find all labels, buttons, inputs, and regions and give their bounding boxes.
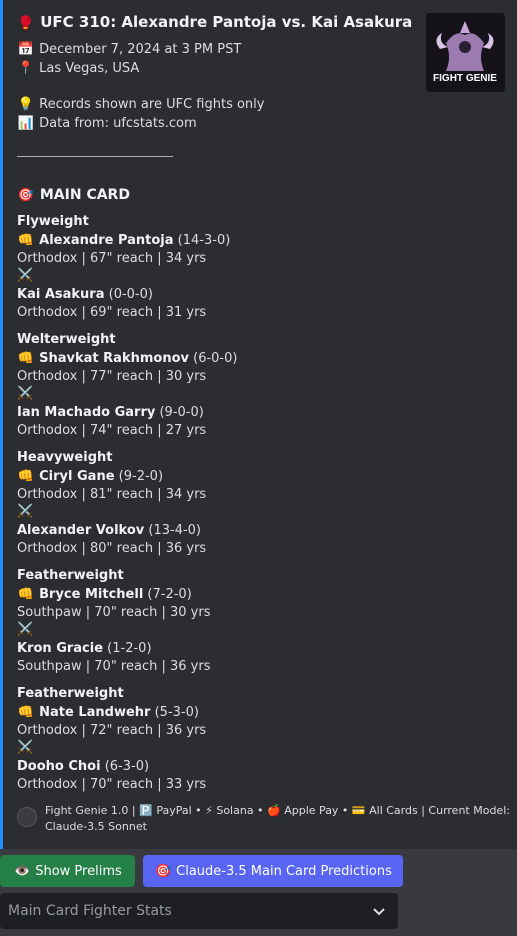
fighter-details: Orthodox | 72" reach | 36 yrs xyxy=(17,723,207,738)
fighter-blue: Dooho Choi (6-3-0) xyxy=(17,759,150,774)
fight-genie-logo: FIGHT GENIE xyxy=(426,13,505,92)
fighter-red: 👊 Shavkat Rakhmonov (6-0-0) xyxy=(17,351,238,366)
footer-line-1: Fight Genie 1.0 | 🅿️ PayPal • ⚡ Solana •… xyxy=(45,804,510,817)
fighter-details: Orthodox | 69" reach | 31 yrs xyxy=(17,305,207,320)
fist-icon: 👊 xyxy=(17,469,35,484)
fist-icon: 👊 xyxy=(17,705,35,720)
footer-line-2: Claude-3.5 Sonnet xyxy=(45,820,147,833)
fighter-blue: Ian Machado Garry (9-0-0) xyxy=(17,405,204,420)
fist-icon: 👊 xyxy=(17,587,35,602)
fighter-blue: Kai Asakura (0-0-0) xyxy=(17,287,153,302)
records-note: 💡 Records shown are UFC fights only xyxy=(17,97,265,112)
fighter-details: Orthodox | 80" reach | 36 yrs xyxy=(17,541,207,556)
target-icon: 🎯 xyxy=(17,188,35,203)
fighter-details: Southpaw | 70" reach | 36 yrs xyxy=(17,659,211,674)
bar-chart-icon: 📊 xyxy=(17,116,35,131)
fighter-details: Orthodox | 67" reach | 34 yrs xyxy=(17,251,207,266)
weight-class: Featherweight xyxy=(17,686,124,701)
data-source: 📊 Data from: ufcstats.com xyxy=(17,116,197,131)
fighter-details: Orthodox | 74" reach | 27 yrs xyxy=(17,423,207,438)
crossed-swords-icon: ⚔️ xyxy=(17,622,34,637)
fight-genie-footer-icon xyxy=(17,807,37,827)
fighter-details: Southpaw | 70" reach | 30 yrs xyxy=(17,605,211,620)
fighter-blue: Alexander Volkov (13-4-0) xyxy=(17,523,201,538)
main-card-predictions-button[interactable]: 🎯 Claude-3.5 Main Card Predictions xyxy=(143,855,403,887)
eye-icon: 👁️ xyxy=(14,863,31,879)
event-embed: 🥊 UFC 310: Alexandre Pantoja vs. Kai Asa… xyxy=(0,0,517,849)
fighter-details: Orthodox | 77" reach | 30 yrs xyxy=(17,369,207,384)
crossed-swords-icon: ⚔️ xyxy=(17,386,34,401)
fighter-red: 👊 Alexandre Pantoja (14-3-0) xyxy=(17,233,231,248)
event-title: 🥊 UFC 310: Alexandre Pantoja vs. Kai Asa… xyxy=(17,13,413,31)
calendar-icon: 📅 xyxy=(17,42,35,57)
fighter-blue: Kron Gracie (1-2-0) xyxy=(17,641,152,656)
boxing-glove-icon: 🥊 xyxy=(17,16,35,31)
fighter-details: Orthodox | 81" reach | 34 yrs xyxy=(17,487,207,502)
weight-class: Welterweight xyxy=(17,332,116,347)
fighter-red: 👊 Bryce Mitchell (7-2-0) xyxy=(17,587,192,602)
event-date: 📅 December 7, 2024 at 3 PM PST xyxy=(17,42,242,57)
fighter-red: 👊 Nate Landwehr (5-3-0) xyxy=(17,705,199,720)
show-prelims-button[interactable]: 👁️ Show Prelims xyxy=(0,855,135,887)
target-icon: 🎯 xyxy=(155,863,172,879)
fist-icon: 👊 xyxy=(17,233,35,248)
fighter-details: Orthodox | 70" reach | 33 yrs xyxy=(17,777,207,792)
main-card-heading: 🎯 MAIN CARD xyxy=(17,187,130,203)
weight-class: Featherweight xyxy=(17,568,124,583)
crossed-swords-icon: ⚔️ xyxy=(17,740,34,755)
select-value: Main Card Fighter Stats xyxy=(8,903,172,919)
weight-class: Flyweight xyxy=(17,214,89,229)
svg-text:FIGHT GENIE: FIGHT GENIE xyxy=(433,73,497,84)
pin-icon: 📍 xyxy=(17,61,35,76)
chevron-down-icon xyxy=(373,908,385,916)
fighter-red: 👊 Ciryl Gane (9-2-0) xyxy=(17,469,164,484)
crossed-swords-icon: ⚔️ xyxy=(17,268,34,283)
fist-icon: 👊 xyxy=(17,351,35,366)
crossed-swords-icon: ⚔️ xyxy=(17,504,34,519)
weight-class: Heavyweight xyxy=(17,450,113,465)
stats-select[interactable]: Main Card Fighter Stats xyxy=(0,893,398,929)
lightbulb-icon: 💡 xyxy=(17,97,35,112)
event-location: 📍 Las Vegas, USA xyxy=(17,61,140,76)
separator-line: ________________________ xyxy=(17,143,173,158)
